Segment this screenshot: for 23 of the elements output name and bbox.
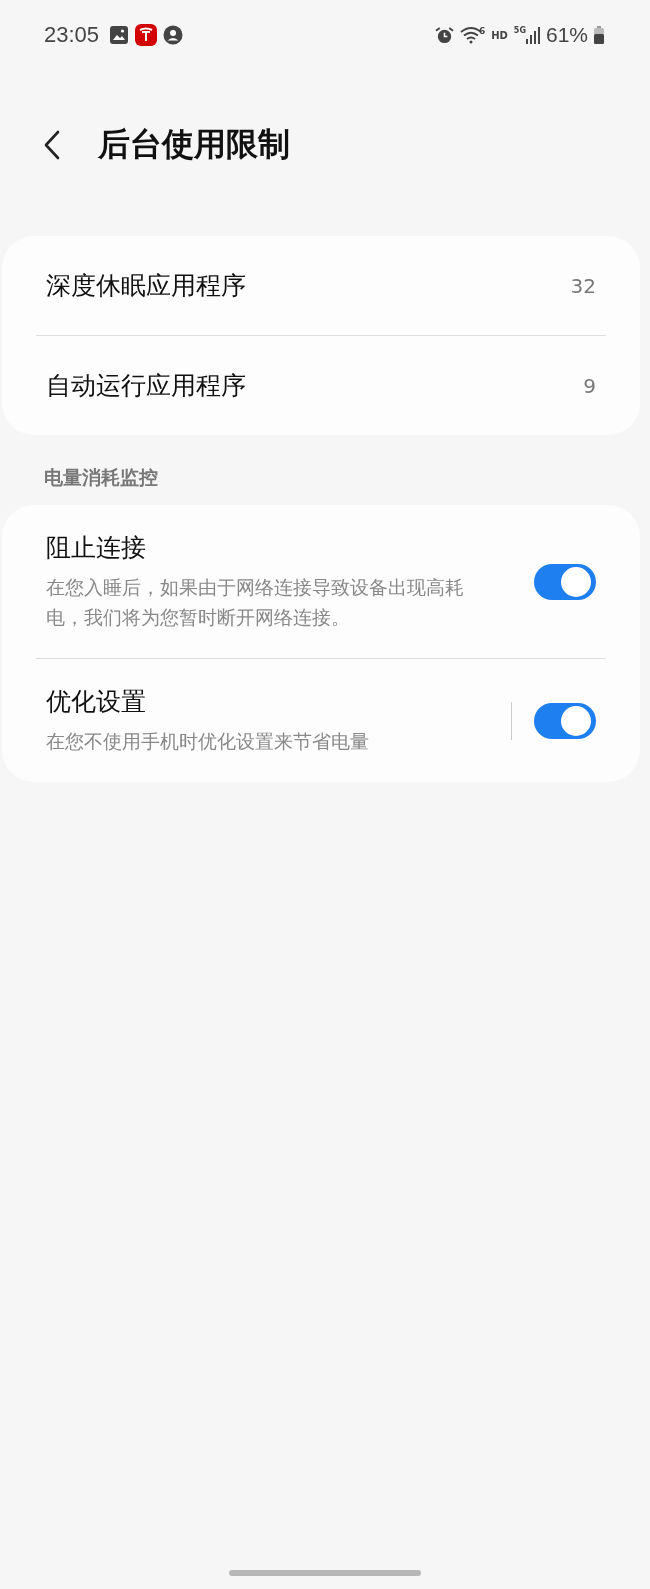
network-label: 5G bbox=[513, 26, 526, 35]
signal-icon bbox=[525, 26, 540, 44]
status-time: 23:05 bbox=[44, 22, 100, 48]
battery-percent: 61% bbox=[545, 23, 588, 47]
app-logo-icon bbox=[135, 24, 158, 46]
wifi-label: 6 bbox=[478, 26, 486, 36]
toggle-switch[interactable] bbox=[534, 563, 596, 600]
back-button[interactable] bbox=[44, 130, 60, 160]
list-item[interactable]: 深度休眠应用程序 32 bbox=[36, 236, 606, 335]
section-header: 电量消耗监控 bbox=[43, 465, 159, 490]
setting-title: 优化设置 bbox=[46, 686, 147, 718]
toggle-switch[interactable] bbox=[534, 702, 596, 739]
hd-label: HD bbox=[491, 29, 508, 41]
page-title: 后台使用限制 bbox=[98, 124, 290, 165]
list-item[interactable]: 自动运行应用程序 9 bbox=[36, 336, 606, 435]
setting-title: 阻止连接 bbox=[46, 532, 147, 564]
battery-icon bbox=[594, 26, 604, 44]
setting-description: 在您入睡后，如果由于网络连接导致设备出现高耗电，我们将为您暂时断开网络连接。 bbox=[46, 575, 465, 630]
account-icon bbox=[163, 25, 184, 45]
gallery-icon bbox=[109, 25, 130, 45]
setting-description: 在您不使用手机时优化设置来节省电量 bbox=[46, 729, 370, 754]
alarm-icon bbox=[434, 25, 454, 45]
vertical-divider bbox=[511, 701, 512, 740]
